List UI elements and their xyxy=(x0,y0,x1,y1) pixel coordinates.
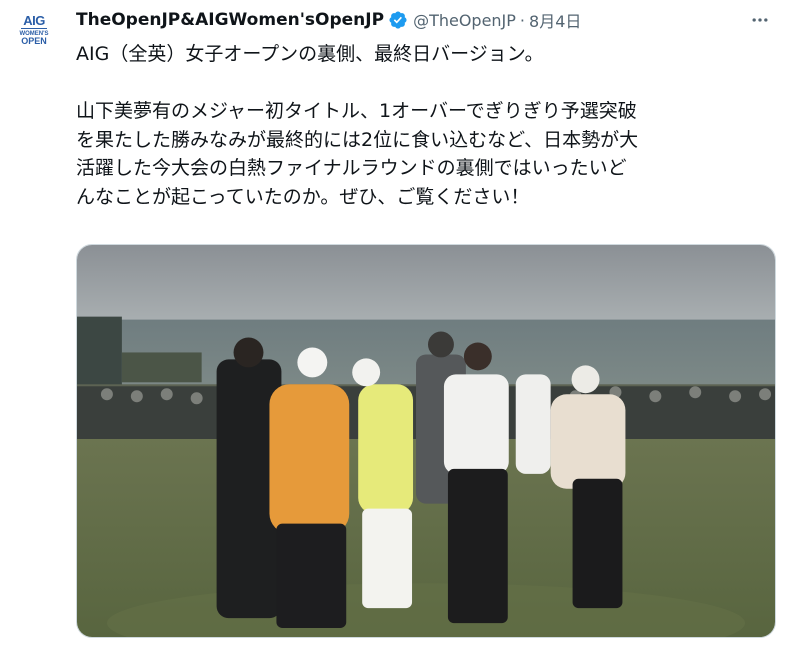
avatar-logo-open: OPEN xyxy=(21,36,47,46)
avatar[interactable]: AIG WOMEN'S OPEN xyxy=(14,10,54,50)
tweet-date[interactable]: 8月4日 xyxy=(529,8,581,32)
verified-badge-icon[interactable] xyxy=(388,10,408,30)
account-handle[interactable]: @TheOpenJP xyxy=(413,11,516,30)
tweet-header: TheOpenJP&AIGWomen'sOpenJP @TheOpenJP · … xyxy=(76,8,772,32)
separator-dot: · xyxy=(519,10,526,30)
golf-course-photo xyxy=(77,245,775,637)
avatar-logo-aig: AIG xyxy=(21,13,47,29)
tweet-line: 活躍した今大会の白熱ファイナルラウンドの裏側ではいったいど xyxy=(76,157,627,179)
display-name[interactable]: TheOpenJP&AIGWomen'sOpenJP xyxy=(76,10,384,30)
tweet-text: AIG（全英）女子オープンの裏側、最終日バージョン。 山下美夢有のメジャー初タイ… xyxy=(76,40,776,211)
tweet-line: を果たした勝みなみが最終的には2位に食い込むなど、日本勢が大 xyxy=(76,128,639,151)
tweet-media-video[interactable] xyxy=(76,244,776,638)
more-options-icon[interactable] xyxy=(748,8,772,32)
tweet-line: んなことが起こっていたのか。ぜひ、ご覧ください！ xyxy=(76,185,530,208)
tweet-line: 山下美夢有のメジャー初タイトル、1オーバーでぎりぎり予選突破 xyxy=(76,100,637,122)
tweet-line: AIG（全英）女子オープンの裏側、最終日バージョン。 xyxy=(76,43,544,65)
